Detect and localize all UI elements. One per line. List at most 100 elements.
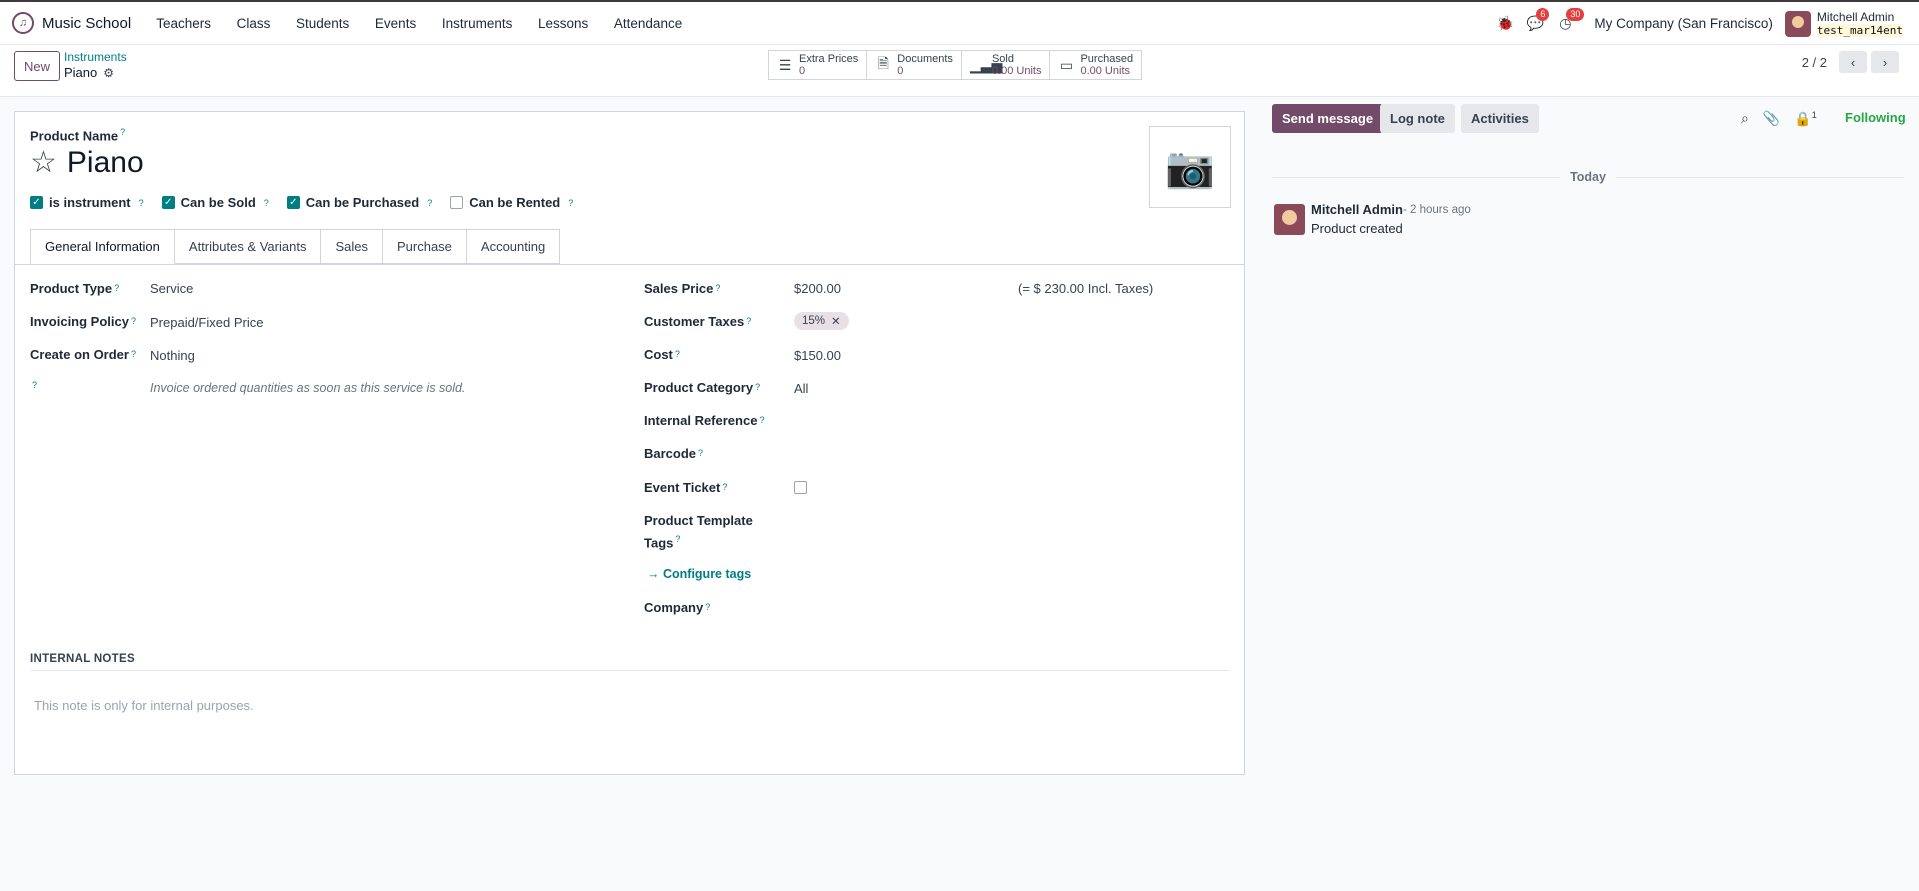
cost-field[interactable]: $150.00 [794,348,841,363]
help-tooltip-icon[interactable]: ? [698,448,703,458]
internal-notes-divider [30,670,1230,671]
document-icon: 🗎 [877,55,889,71]
menu-item-lessons[interactable]: Lessons [538,16,588,31]
checkbox-checked-icon[interactable]: ✓ [161,196,175,209]
paperclip-icon[interactable]: 📎 [1763,110,1780,128]
configure-tags-link[interactable]: → Configure tags [647,567,751,581]
extra-prices-button[interactable]: ☰ Extra Prices 0 [769,51,868,79]
tax-tag[interactable]: 15% ✕ [794,312,849,330]
create-on-order-field[interactable]: Nothing [150,348,195,363]
help-tooltip-icon[interactable]: ? [114,283,119,293]
favorite-star-icon[interactable]: ☆ [30,148,57,178]
tab-attributes-variants[interactable]: Attributes & Variants [174,229,322,264]
list-icon: ☰ [778,56,792,73]
checkbox-checked-icon[interactable]: ✓ [286,196,300,209]
sold-button[interactable]: ▁▃▅ Sold 0.00 Units [961,51,1051,79]
event-ticket-checkbox[interactable] [794,481,807,494]
app-logo-icon[interactable]: ♫ [12,12,34,34]
user-menu[interactable]: Mitchell Admin test_mar14ent [1816,9,1903,37]
main-menu: Teachers Class Students Events Instrumen… [145,16,693,31]
smart-button-value: 0 [897,65,904,77]
label-text: Customer Taxes [644,313,745,329]
search-icon[interactable]: ⌕ [1741,110,1749,128]
tab-sales[interactable]: Sales [321,229,383,264]
app-brand[interactable]: ♫ Music School [12,12,145,34]
help-tooltip-icon[interactable]: ? [32,380,37,390]
help-tooltip-icon[interactable]: ? [705,602,710,612]
create-on-order-label: Create on Order? [30,345,136,363]
message-author[interactable]: Mitchell Admin [1311,202,1403,217]
help-tooltip-icon[interactable]: ? [568,198,573,208]
configure-tags-label: Configure tags [662,567,752,581]
internal-notes-field[interactable]: This note is only for internal purposes. [34,698,254,713]
tax-tag-label: 15% [802,315,826,327]
user-avatar[interactable] [1784,10,1811,37]
purchased-button[interactable]: ▭ Purchased 0.00 Units [1050,51,1142,79]
remove-tag-icon[interactable]: ✕ [831,314,841,328]
pager-previous-icon[interactable]: ‹ [1839,51,1867,73]
followers-button[interactable]: 🔒1 [1794,110,1816,128]
help-tooltip-icon[interactable]: ? [759,415,764,425]
breadcrumb-current-label: Piano [64,65,98,80]
help-tooltip-icon[interactable]: ? [675,349,680,359]
product-category-field[interactable]: All [794,381,808,396]
app-name[interactable]: Music School [42,15,131,32]
product-image-upload[interactable]: 📷 [1149,126,1231,208]
bug-icon[interactable]: 🐞 [1490,15,1520,32]
help-tooltip-icon[interactable]: ? [120,127,125,137]
breadcrumb-instruments[interactable]: Instruments [64,50,127,64]
documents-button[interactable]: 🗎 Documents 0 [867,51,962,79]
menu-item-students[interactable]: Students [296,16,349,31]
help-tooltip-icon[interactable]: ? [264,198,269,208]
invoicing-help-text: Invoice ordered quantities as soon as th… [150,381,466,395]
can-be-rented-checkbox[interactable]: Can be Rented? [450,195,573,210]
product-type-label: Product Type? [30,279,119,297]
tab-general-information[interactable]: General Information [30,229,175,264]
checkbox-unchecked-icon[interactable] [450,196,464,209]
menu-item-instruments[interactable]: Instruments [442,16,513,31]
help-tooltip-icon[interactable]: ? [722,482,727,492]
date-separator: Today [1272,170,1905,184]
gear-icon[interactable]: ⚙ [103,66,114,80]
activities-button[interactable]: Activities [1461,104,1539,133]
user-name: Mitchell Admin [1816,9,1895,24]
sales-price-field[interactable]: $200.00 [794,281,841,296]
camera-plus-icon: 📷 [1165,145,1215,190]
company-switcher[interactable]: My Company (San Francisco) [1594,16,1773,31]
help-tooltip-icon[interactable]: ? [139,198,144,208]
pager-next-icon[interactable]: › [1871,51,1899,73]
invoicing-policy-field[interactable]: Prepaid/Fixed Price [150,315,263,330]
help-tooltip-icon[interactable]: ? [131,349,136,359]
tab-accounting[interactable]: Accounting [466,229,561,264]
log-note-button[interactable]: Log note [1380,104,1455,133]
smart-buttons: ☰ Extra Prices 0 🗎 Documents 0 ▁▃▅ Sold 0.0… [768,50,1143,80]
label-text: Internal Reference [644,412,758,428]
new-button[interactable]: New [14,51,60,81]
smart-button-title: Sold [991,53,1014,65]
pager-value[interactable]: 2 / 2 [1802,55,1827,70]
smart-button-value: 0.00 Units [991,65,1042,77]
help-tooltip-icon[interactable]: ? [715,283,720,293]
help-tooltip-icon[interactable]: ? [131,316,136,326]
activities-clock-icon[interactable]: ◷ 30 [1550,8,1585,32]
menu-item-attendance[interactable]: Attendance [614,16,682,31]
menu-item-class[interactable]: Class [237,16,271,31]
checkbox-checked-icon[interactable]: ✓ [30,196,43,209]
help-tooltip-icon[interactable]: ? [675,534,680,544]
messages-icon[interactable]: 💬 6 [1520,8,1550,32]
following-button[interactable]: Following [1845,110,1906,125]
product-type-field[interactable]: Service [150,281,193,296]
checkbox-label: Can be Sold [180,195,256,210]
send-message-button[interactable]: Send message [1272,104,1384,133]
can-be-sold-checkbox[interactable]: ✓ Can be Sold? [161,195,269,210]
menu-item-teachers[interactable]: Teachers [156,16,211,31]
help-tooltip-icon[interactable]: ? [755,382,760,392]
help-tooltip-icon[interactable]: ? [427,198,432,208]
message-avatar[interactable] [1274,204,1305,235]
menu-item-events[interactable]: Events [375,16,416,31]
tab-purchase[interactable]: Purchase [382,229,467,264]
can-be-purchased-checkbox[interactable]: ✓ Can be Purchased? [286,195,432,210]
product-name-field[interactable]: Piano [67,146,144,180]
is-instrument-checkbox[interactable]: ✓ is instrument? [30,195,144,210]
help-tooltip-icon[interactable]: ? [746,316,751,326]
